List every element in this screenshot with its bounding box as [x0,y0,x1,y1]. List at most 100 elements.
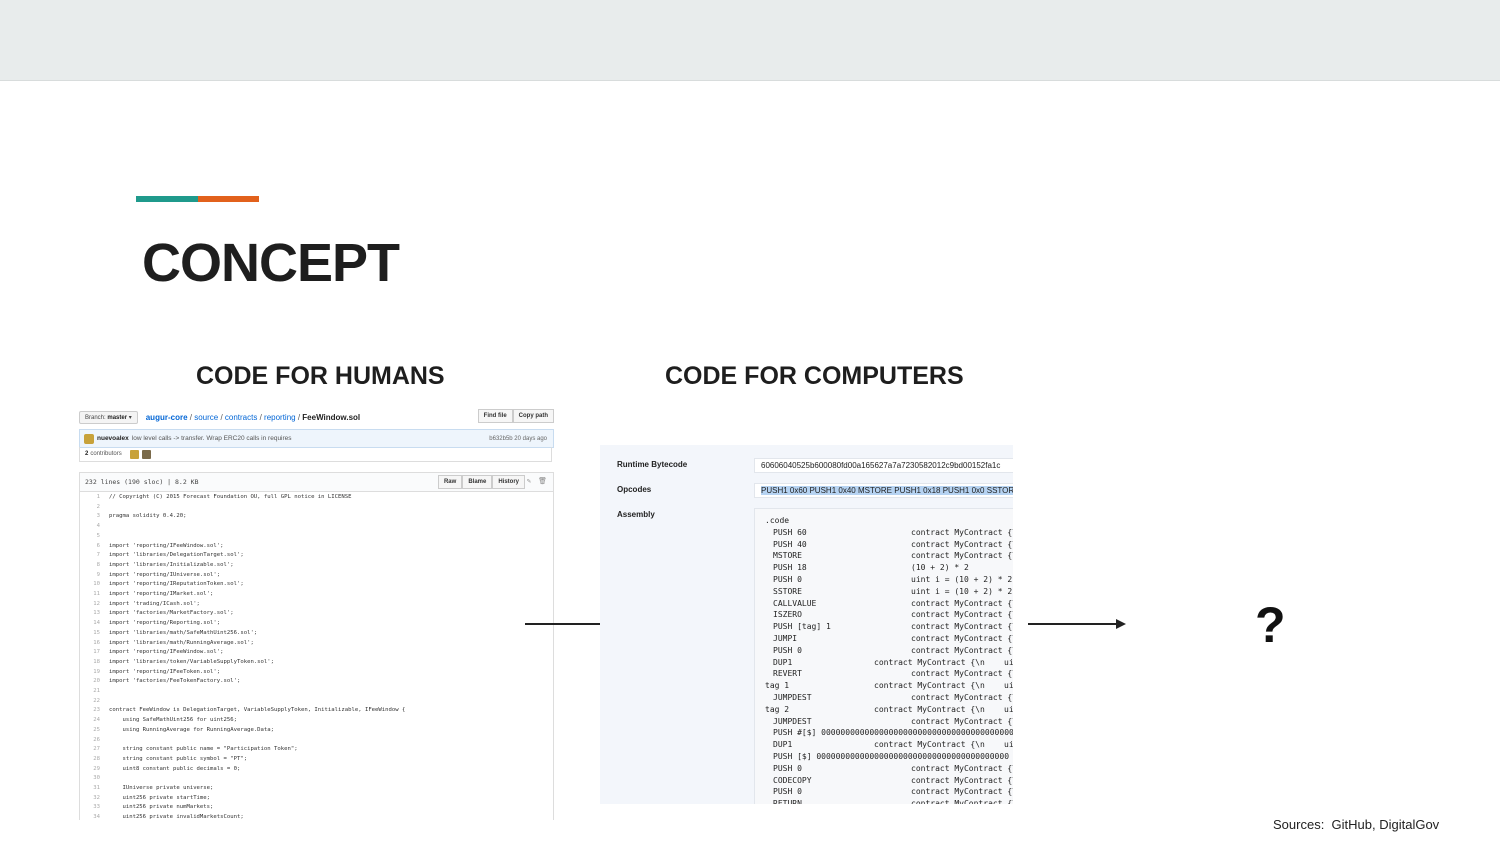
line-number[interactable]: 3 [80,512,100,522]
line-number[interactable]: 5 [80,532,100,542]
assembly-opcode: MSTORE [773,551,802,561]
caret-down-icon: ▾ [128,414,132,421]
opcodes-field[interactable]: PUSH1 0x60 PUSH1 0x40 MSTORE PUSH1 0x18 … [754,483,1013,498]
history-button[interactable]: History [492,475,525,489]
line-number[interactable]: 23 [80,706,100,716]
line-number[interactable]: 22 [80,697,100,707]
line-number[interactable]: 2 [80,503,100,513]
slide-title: CONCEPT [142,233,400,293]
assembly-label: Assembly [617,510,655,519]
line-number[interactable]: 6 [80,542,100,552]
assembly-opcode: PUSH 0 [773,645,802,655]
line-number[interactable]: 1 [80,493,100,503]
accent-bar-teal [136,196,198,202]
assembly-opcode: SSTORE [773,586,802,596]
question-mark: ? [1255,597,1286,653]
line-number[interactable]: 9 [80,571,100,581]
line-number[interactable]: 14 [80,619,100,629]
line-content: uint256 private startTime; [109,794,211,801]
runtime-bytecode-field[interactable]: 60606040525b600080fd00a165627a7a72305820… [754,458,1013,473]
assembly-source-ref: contract MyContract {\ [911,527,1013,537]
line-number[interactable]: 17 [80,648,100,658]
line-number[interactable]: 13 [80,609,100,619]
copy-path-button[interactable]: Copy path [512,409,554,423]
arrow-right-icon [1028,619,1126,629]
assembly-source-ref: contract MyContract {\n uin [874,657,1013,667]
contributors-label[interactable]: contributors [90,451,121,457]
assembly-source-ref: uint i = (10 + 2) * 2 [911,575,1013,584]
line-number[interactable]: 4 [80,522,100,532]
line-number[interactable]: 34 [80,813,100,820]
line-number[interactable]: 16 [80,639,100,649]
line-number[interactable]: 19 [80,668,100,678]
line-number[interactable]: 29 [80,765,100,775]
line-number[interactable]: 31 [80,784,100,794]
assembly-opcode: PUSH #[$] 000000000000000000000000000000… [773,728,1013,738]
line-number[interactable]: 12 [80,600,100,610]
line-content: import 'factories/MarketFactory.sol'; [109,610,234,617]
path-link-reporting[interactable]: reporting [264,413,296,422]
line-number[interactable]: 20 [80,677,100,687]
compiled-bytecode-screenshot: Runtime Bytecode 60606040525b600080fd00a… [600,445,1013,804]
line-number[interactable]: 10 [80,580,100,590]
file-name: FeeWindow.sol [302,412,361,422]
assembly-field[interactable]: .code PUSH 60 contract MyContract {\ PUSH 4… [754,508,1013,804]
assembly-opcode: CALLVALUE [773,598,817,608]
line-content: // Copyright (C) 2015 Forecast Foundatio… [109,494,352,500]
line-number[interactable]: 15 [80,629,100,639]
sources-note: Sources: GitHub, DigitalGov [1273,817,1440,832]
assembly-opcode: PUSH [tag] 1 [773,622,831,632]
repo-link[interactable]: augur-core [146,413,188,422]
runtime-bytecode-label: Runtime Bytecode [617,460,688,469]
commit-author[interactable]: nuevoalex [97,435,129,442]
accent-bar-orange [198,196,259,202]
file-stats: 232 lines (190 sloc) | 8.2 KB [85,478,199,486]
line-number[interactable]: 21 [80,687,100,697]
line-number[interactable]: 30 [80,774,100,784]
line-number[interactable]: 32 [80,794,100,804]
assembly-source-ref: contract MyContract {\ [911,799,1013,804]
assembly-opcode: PUSH 0 [773,763,802,773]
contributors-count: 2 [85,451,89,457]
raw-button[interactable]: Raw [437,475,463,489]
assembly-opcode: CODECOPY [773,775,812,785]
avatar[interactable] [141,449,151,459]
assembly-source-ref: contract MyContract {\ [911,763,1013,773]
path-link-contracts[interactable]: contracts [225,413,257,422]
line-number[interactable]: 8 [80,561,100,571]
line-content: import 'trading/ICash.sol'; [109,600,200,607]
line-number[interactable]: 11 [80,590,100,600]
assembly-source-ref: contract MyContract {\ [911,634,1013,643]
line-number[interactable]: 33 [80,803,100,813]
assembly-opcode: PUSH 18 [773,563,807,573]
blame-button[interactable]: Blame [462,475,493,489]
commit-hash[interactable]: b632b5b 20 days ago [489,436,547,442]
line-number[interactable]: 7 [80,551,100,561]
github-source-screenshot: Branch: master ▾ augur-core / source / c… [79,408,554,820]
assembly-source-ref: contract MyContract {\n uin [874,704,1013,714]
assembly-opcode: JUMPDEST [773,693,812,702]
line-number[interactable]: 27 [80,745,100,755]
line-number[interactable]: 26 [80,736,100,746]
assembly-source-ref: contract MyContract {\ [911,645,1013,655]
pencil-icon[interactable]: ✎ [527,477,531,485]
line-number[interactable]: 25 [80,726,100,736]
trash-icon[interactable]: 🗑 [538,477,547,485]
contributors-bar: 2 contributors [79,447,552,462]
commit-message[interactable]: low level calls -> transfer. Wrap ERC20 … [132,435,292,442]
path-link-source[interactable]: source [194,413,218,422]
opcodes-label: Opcodes [617,485,652,494]
line-content: contract FeeWindow is DelegationTarget, … [109,707,406,714]
branch-label: Branch: [85,414,106,421]
line-number[interactable]: 24 [80,716,100,726]
line-content: import 'reporting/IFeeWindow.sol'; [109,649,224,656]
line-content: import 'libraries/Initializable.sol'; [109,561,234,568]
line-content: IUniverse private universe; [109,785,214,791]
line-number[interactable]: 28 [80,755,100,765]
line-number[interactable]: 18 [80,658,100,668]
branch-selector[interactable]: Branch: master ▾ [79,410,138,424]
assembly-opcode: JUMPDEST [773,716,812,726]
line-content: import 'factories/FeeTokenFactory.sol'; [109,678,241,685]
avatar[interactable] [129,449,139,459]
find-file-button[interactable]: Find file [477,409,513,423]
